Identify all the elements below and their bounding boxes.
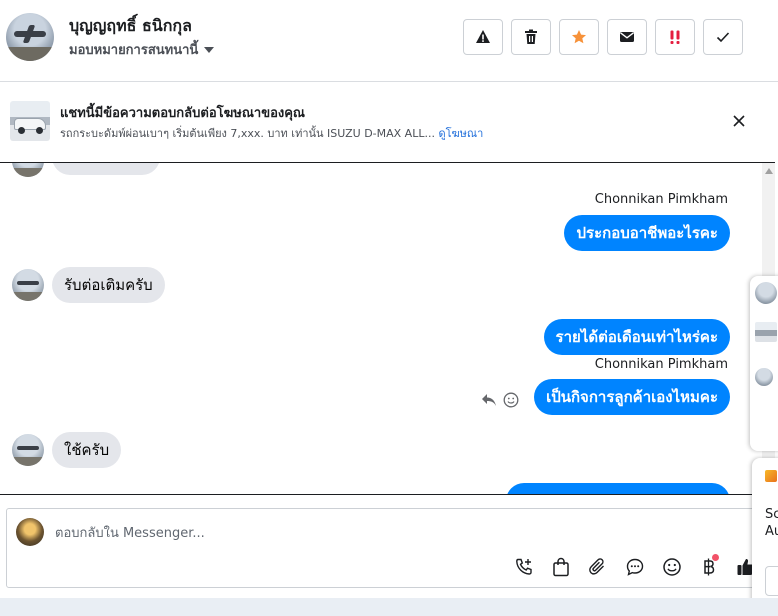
emoji-icon: [663, 558, 681, 576]
shopping-bag-icon: [553, 557, 569, 577]
saved-replies-button[interactable]: [623, 555, 647, 579]
close-icon: [733, 115, 745, 127]
scroll-up-arrow-icon[interactable]: [765, 168, 773, 174]
ad-banner-title: แชทนี้มีข้อความตอบกลับต่อโฆษณาของคุณ: [60, 106, 305, 121]
ad-reply-banner: แชทนี้มีข้อความตอบกลับต่อโฆษณาของคุณ รถก…: [0, 82, 778, 162]
priority-button[interactable]: [655, 19, 695, 55]
incoming-message[interactable]: ใช้ครับ: [52, 432, 122, 468]
message-hover-tools: [481, 392, 519, 408]
conversation-avatar[interactable]: [755, 282, 777, 304]
recent-conversations-panel[interactable]: [750, 276, 778, 451]
trash-icon: [525, 29, 537, 44]
message-thread[interactable]: Chonnikan Pimkham ประกอบอาชีพอะไรคะ รับต…: [0, 162, 775, 495]
mark-unread-button[interactable]: [607, 19, 647, 55]
toast-text: Sc Au: [765, 507, 778, 539]
mail-icon: [620, 32, 634, 42]
ad-description-text: รถกระบะดัมพ์ผ่อนเบาๆ เริ่มต้นเพียง 7,xxx…: [60, 127, 435, 140]
contact-avatar-small: [12, 269, 44, 301]
conversation-header: บุญญฤทธิ์ ธนิกกุล มอบหมายการสนทนานี้: [0, 0, 778, 82]
outgoing-message[interactable]: [506, 483, 730, 494]
shop-button[interactable]: [549, 555, 573, 579]
phone-plus-icon: [516, 558, 532, 575]
ad-thumbnail-small: [755, 322, 777, 342]
plane-image: [14, 31, 46, 37]
inbox-conversation-view: บุญญฤทธิ์ ธนิกกุล มอบหมายการสนทนานี้ แชท…: [0, 0, 778, 616]
payment-button[interactable]: [697, 554, 721, 579]
incoming-message[interactable]: รับต่อเติมครับ: [52, 267, 165, 303]
composer-toolbar: [512, 554, 758, 579]
contact-name[interactable]: บุญญฤทธิ์ ธนิกกุล: [69, 14, 192, 39]
toast-action-button[interactable]: [765, 566, 778, 596]
view-ad-link[interactable]: ดูโฆษณา: [438, 127, 483, 140]
conversation-avatar[interactable]: [755, 368, 773, 386]
check-icon: [716, 32, 730, 43]
conversation-actions: [463, 19, 743, 55]
incoming-message[interactable]: [52, 163, 160, 175]
assign-conversation-dropdown[interactable]: มอบหมายการสนทนานี้: [69, 39, 215, 60]
page-avatar: [16, 518, 44, 546]
reply-composer: [6, 508, 758, 588]
react-emoji-icon[interactable]: [503, 392, 519, 408]
outgoing-message[interactable]: เป็นกิจการลูกค้าเองไหมคะ: [534, 379, 730, 415]
emoji-button[interactable]: [660, 555, 684, 579]
chevron-down-icon: [204, 46, 215, 53]
reply-icon[interactable]: [481, 393, 497, 407]
saved-reply-icon: [626, 558, 644, 576]
page-footer-strip: [0, 598, 778, 616]
attach-button[interactable]: [586, 555, 610, 579]
report-spam-button[interactable]: [463, 19, 503, 55]
ad-banner-description: รถกระบะดัมพ์ผ่อนเบาๆ เริ่มต้นเพียง 7,xxx…: [60, 124, 483, 142]
priority-icon: [670, 30, 680, 44]
star-button[interactable]: [559, 19, 599, 55]
notification-toast[interactable]: Sc Au: [752, 458, 778, 616]
delete-button[interactable]: [511, 19, 551, 55]
sender-name: Chonnikan Pimkham: [594, 357, 728, 372]
outgoing-message[interactable]: รายได้ต่อเดือนเท่าไหร่คะ: [543, 319, 730, 355]
call-button[interactable]: [512, 555, 536, 579]
mark-done-button[interactable]: [703, 19, 743, 55]
contact-avatar[interactable]: [6, 13, 54, 61]
notification-icon: [765, 470, 777, 482]
ad-thumbnail[interactable]: [10, 101, 50, 141]
assign-conversation-label: มอบหมายการสนทนานี้: [69, 43, 199, 58]
sender-name: Chonnikan Pimkham: [594, 192, 728, 207]
paperclip-icon: [589, 558, 604, 575]
contact-avatar-small: [12, 434, 44, 466]
star-icon: [572, 30, 586, 44]
contact-avatar-small: [12, 163, 44, 177]
warning-icon: [476, 30, 490, 43]
new-feature-badge: [712, 554, 719, 561]
outgoing-message[interactable]: ประกอบอาชีพอะไรคะ: [564, 215, 730, 251]
reply-input[interactable]: [55, 523, 655, 543]
close-banner-button[interactable]: [728, 110, 750, 132]
